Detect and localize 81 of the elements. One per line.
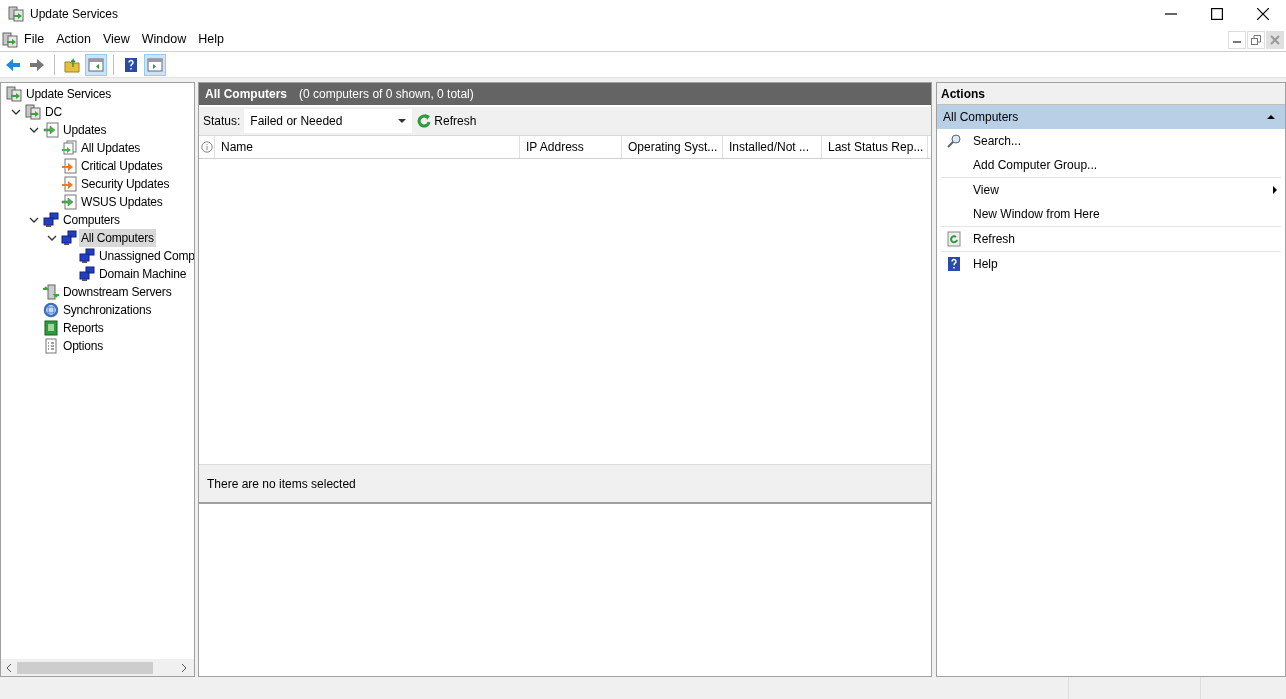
- detail-message: There are no items selected: [207, 475, 356, 493]
- tree-item[interactable]: Update Services: [24, 85, 114, 103]
- column-header[interactable]: IP Address: [520, 136, 622, 158]
- server-icon: [25, 104, 41, 120]
- help-icon: [946, 256, 962, 272]
- menu-item[interactable]: Help: [192, 27, 230, 52]
- refresh-icon: [946, 231, 962, 247]
- dropdown-caret-icon: [398, 119, 407, 123]
- update-page-icon: [61, 176, 77, 192]
- tree-item[interactable]: All Computers: [79, 229, 156, 247]
- minimize-icon: [1233, 40, 1241, 44]
- sync-icon: [43, 302, 59, 318]
- window-title: Update Services: [30, 6, 119, 23]
- menu-item[interactable]: Action: [50, 27, 97, 52]
- update-page-icon: [61, 194, 77, 210]
- actions-title: Actions: [941, 85, 985, 103]
- task-entry[interactable]: Refresh: [941, 227, 1281, 251]
- close-icon: [1270, 35, 1280, 45]
- tree-item[interactable]: Reports: [61, 319, 106, 337]
- child-minimize-button[interactable]: [1228, 31, 1246, 49]
- search-icon: [946, 133, 962, 149]
- tree-item[interactable]: Updates: [61, 121, 109, 139]
- menu-item[interactable]: View: [96, 27, 136, 52]
- pane-toggle-icon: [147, 56, 163, 73]
- actions-section-header[interactable]: All Computers: [937, 105, 1285, 129]
- column-header[interactable]: Installed/Not ...: [723, 136, 822, 158]
- help-icon: [123, 56, 139, 73]
- folder-up-icon: [64, 56, 80, 73]
- refresh-icon: [416, 113, 433, 129]
- tree-item[interactable]: Synchronizations: [61, 301, 154, 319]
- task-entry[interactable]: New Window from Here: [941, 202, 1281, 226]
- tree-item[interactable]: Options: [61, 337, 105, 355]
- computers-icon: [61, 230, 77, 246]
- pane-title: All Computers: [205, 86, 287, 103]
- tree-item[interactable]: DC: [43, 103, 64, 121]
- server-icon: [6, 86, 22, 102]
- update-page-icon: [61, 158, 77, 174]
- restore-icon: [1251, 35, 1261, 45]
- task-entry[interactable]: Search...: [941, 129, 1281, 153]
- menu-item[interactable]: File: [18, 27, 51, 52]
- status-label: Status:: [203, 113, 241, 130]
- pane-summary: (0 computers of 0 shown, 0 total): [299, 86, 474, 103]
- server-icon: [2, 31, 18, 48]
- task-entry[interactable]: Add Computer Group...: [941, 153, 1281, 177]
- back-arrow-icon: [5, 56, 21, 73]
- status-dropdown[interactable]: Failed or Needed: [244, 109, 413, 133]
- computers-icon: [79, 266, 95, 282]
- column-header[interactable]: Last Status Rep...: [822, 136, 928, 158]
- column-header[interactable]: Name: [215, 136, 520, 158]
- refresh-button[interactable]: Refresh: [416, 112, 477, 130]
- maximize-icon: [1211, 8, 1223, 20]
- close-icon: [1257, 8, 1269, 20]
- update-stack-icon: [61, 140, 77, 156]
- tree-item[interactable]: Downstream Servers: [61, 283, 174, 301]
- options-list-icon: [43, 338, 59, 354]
- collapse-triangle-icon: [1267, 115, 1275, 119]
- child-restore-button[interactable]: [1247, 31, 1265, 49]
- scroll-left-icon[interactable]: [5, 663, 13, 672]
- task-entry[interactable]: View: [941, 178, 1281, 202]
- tree-item[interactable]: Unassigned Comp: [97, 247, 194, 265]
- column-header[interactable]: Operating Syst...: [622, 136, 723, 158]
- tree-item[interactable]: Computers: [61, 211, 122, 229]
- menu-item[interactable]: Window: [135, 27, 193, 52]
- scroll-right-icon[interactable]: [180, 663, 188, 672]
- downstream-servers-icon: [43, 284, 59, 300]
- tree-item[interactable]: WSUS Updates: [79, 193, 165, 211]
- tree-item[interactable]: Critical Updates: [79, 157, 165, 175]
- tree-item[interactable]: Security Updates: [79, 175, 172, 193]
- computers-icon: [79, 248, 95, 264]
- update-page-icon: [43, 122, 59, 138]
- forward-arrow-icon: [29, 56, 45, 73]
- horizontal-scrollbar[interactable]: [1, 659, 194, 676]
- pane-toggle-icon: [88, 56, 104, 73]
- report-book-icon: [43, 320, 59, 336]
- tree-item[interactable]: All Updates: [79, 139, 143, 157]
- server-icon: [8, 6, 24, 22]
- task-entry[interactable]: Help: [941, 252, 1281, 276]
- computers-icon: [43, 212, 59, 228]
- submenu-arrow-icon: [1273, 186, 1277, 194]
- info-icon: [200, 141, 213, 153]
- tree-item[interactable]: Domain Machine: [97, 265, 189, 283]
